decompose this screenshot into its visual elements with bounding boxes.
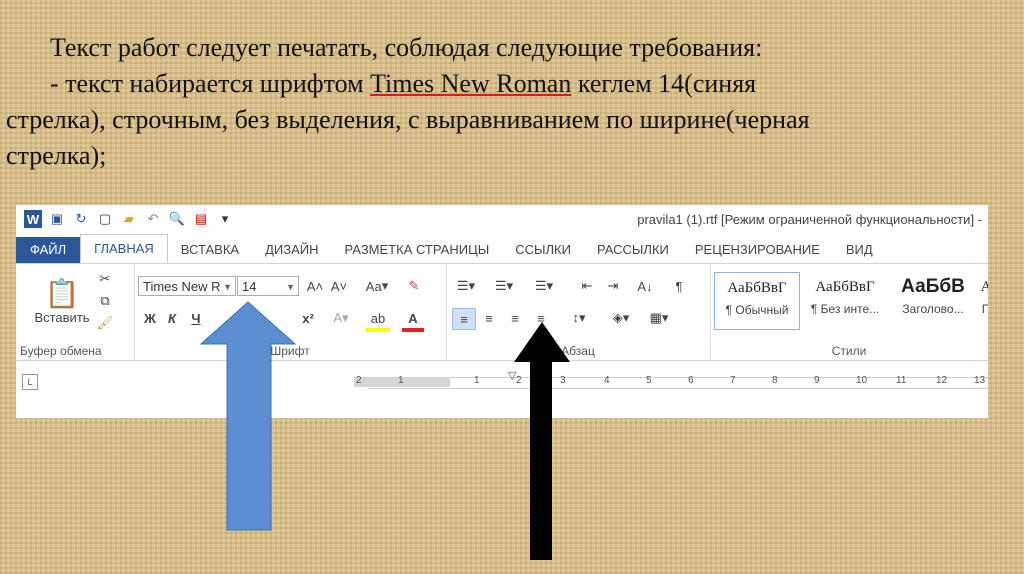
black-arrow [514, 322, 570, 560]
blue-arrow [199, 301, 297, 531]
annotation-arrows [199, 301, 570, 560]
